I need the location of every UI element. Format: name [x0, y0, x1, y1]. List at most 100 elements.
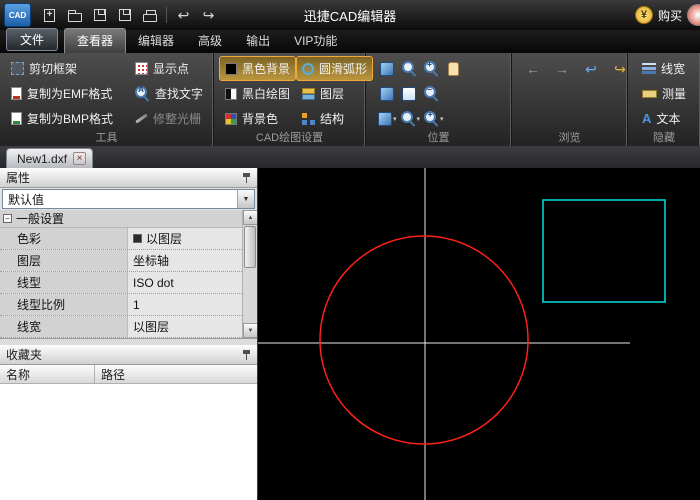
black-background-button[interactable]: 黑色背景 [219, 56, 297, 81]
ribbon-group-hide: 线宽 测量 A 文本 隐藏 [628, 53, 700, 146]
redo-button[interactable]: ↪ [196, 4, 221, 26]
zoom-out-button[interactable]: − [420, 83, 442, 105]
ribbon-group-cad-settings: 黑色背景 黑白绘图 背景色 圆滑弧形 图层 结构 CAD绘图设置 [214, 53, 374, 146]
chevron-down-icon: ▼ [242, 195, 250, 203]
crop-frame-label: 剪切框架 [29, 62, 78, 76]
copy-bmp-button[interactable]: 复制为BMP格式 [5, 106, 129, 131]
cyan-rectangle-entity[interactable] [542, 199, 666, 303]
property-name: 色彩 [0, 228, 128, 249]
measure-button[interactable]: 测量 [636, 81, 697, 106]
titlebar-right: ¥ 购买 [634, 4, 700, 26]
trim-raster-label: 修整光栅 [153, 112, 202, 126]
column-header-path[interactable]: 路径 [95, 365, 257, 383]
text-button[interactable]: A 文本 [636, 106, 697, 131]
column-header-name[interactable]: 名称 [0, 365, 95, 383]
property-name: 图层 [0, 250, 128, 271]
save-as-button[interactable] [112, 4, 137, 26]
promo-icon[interactable] [687, 4, 700, 26]
collapse-icon[interactable]: − [3, 214, 12, 223]
copy-bmp-icon [11, 112, 22, 125]
pan-view-icon [380, 61, 394, 76]
named-views-button[interactable]: ▾ [376, 108, 399, 130]
property-value-text: ISO dot [133, 275, 174, 290]
pin-icon[interactable] [242, 349, 251, 360]
zoom-previous-icon [400, 111, 416, 126]
property-row-lineweight[interactable]: 线宽 以图层 [0, 316, 242, 338]
print-button[interactable] [137, 4, 162, 26]
zoom-previous-button[interactable]: ▾ [399, 108, 423, 130]
ribbon-group-position: + − ▾ ▾ + ▾ 位置 [366, 53, 512, 146]
redo-icon: ↪ [202, 7, 215, 23]
property-row-linetype-scale[interactable]: 线型比例 1 [0, 294, 242, 316]
properties-title: 属性 [6, 171, 31, 185]
layers-label: 图层 [320, 87, 345, 101]
group-label-hide: 隐藏 [653, 132, 675, 144]
zoom-dynamic-button[interactable] [398, 83, 420, 105]
find-text-button[interactable]: A 查找文字 [129, 81, 209, 106]
undo-button[interactable]: ↩ [171, 4, 196, 26]
new-file-button[interactable] [37, 4, 62, 26]
favorites-list[interactable] [0, 384, 257, 500]
background-color-button[interactable]: 背景色 [219, 106, 296, 131]
group-label-browse: 浏览 [558, 132, 581, 144]
line-width-button[interactable]: 线宽 [636, 56, 697, 81]
drawing-svg [258, 168, 666, 500]
crop-frame-icon [11, 62, 24, 75]
tab-advanced[interactable]: 高级 [186, 29, 234, 53]
scroll-up-button[interactable]: ▲ [243, 210, 257, 225]
color-swatch-icon [133, 234, 142, 243]
save-button[interactable] [87, 4, 112, 26]
show-points-button[interactable]: 显示点 [129, 56, 209, 81]
close-tab-button[interactable]: × [73, 152, 87, 165]
copy-emf-button[interactable]: 复制为EMF格式 [5, 81, 129, 106]
smooth-arc-button[interactable]: 圆滑弧形 [296, 56, 374, 81]
bw-drawing-button[interactable]: 黑白绘图 [219, 81, 296, 106]
new-file-icon [44, 8, 55, 22]
crop-frame-button[interactable]: 剪切框架 [5, 56, 129, 81]
scroll-down-button[interactable]: ▼ [243, 323, 257, 338]
scrollbar-thumb[interactable] [244, 226, 256, 268]
next-view-button[interactable]: → [551, 58, 573, 80]
line-width-label: 线宽 [661, 62, 686, 76]
tab-vip[interactable]: VIP功能 [282, 29, 349, 53]
named-views-dropdown-icon: ▾ [393, 115, 397, 123]
properties-header: 属性 [0, 168, 257, 188]
property-row-layer[interactable]: 图层 坐标轴 [0, 250, 242, 272]
pan-hand-button[interactable] [442, 58, 464, 80]
ribbon-group-browse: ← → ↩ ↪ 浏览 [512, 53, 628, 146]
tab-editor[interactable]: 编辑器 [126, 29, 186, 53]
drawing-canvas[interactable] [258, 168, 700, 500]
open-file-button[interactable] [62, 4, 87, 26]
main-area: 属性 默认值 ▼ − 一般设置 色彩 以图层 图层 坐标轴 线型 ISO dot… [0, 168, 700, 500]
document-tab[interactable]: New1.dxf × [6, 148, 94, 168]
black-background-label: 黑色背景 [242, 62, 291, 76]
preset-combobox[interactable]: 默认值 ▼ [2, 189, 255, 209]
previous-view-button[interactable]: ← [522, 58, 544, 80]
line-width-icon [642, 63, 656, 74]
undo-view-button[interactable]: ↩ [580, 58, 602, 80]
zoom-scale-button[interactable]: + ▾ [422, 108, 446, 130]
property-section-general[interactable]: − 一般设置 [0, 210, 242, 228]
layers-button[interactable]: 图层 [296, 81, 373, 106]
document-tab-label: New1.dxf [17, 151, 68, 166]
property-value-text: 1 [133, 297, 140, 312]
zoom-in-button[interactable]: + [420, 58, 442, 80]
red-circle-entity[interactable] [319, 235, 529, 445]
structure-button[interactable]: 结构 [296, 106, 373, 131]
favorites-title: 收藏夹 [6, 348, 43, 362]
section-label: 一般设置 [16, 212, 65, 226]
buy-button[interactable]: 购买 [658, 7, 682, 24]
trim-raster-icon [135, 113, 148, 124]
combo-arrow-button[interactable]: ▼ [237, 190, 254, 208]
pin-icon[interactable] [242, 172, 251, 183]
tab-viewer[interactable]: 查看器 [64, 28, 127, 53]
property-grid-scrollbar[interactable]: ▲ ▼ [242, 210, 257, 338]
zoom-window-button[interactable] [398, 58, 420, 80]
property-row-color[interactable]: 色彩 以图层 [0, 228, 242, 250]
property-row-linetype[interactable]: 线型 ISO dot [0, 272, 242, 294]
zoom-extents-button[interactable] [376, 83, 398, 105]
pan-view-button[interactable] [376, 58, 398, 80]
find-text-icon: A [135, 86, 150, 101]
file-menu-button[interactable]: 文件 [6, 28, 59, 51]
tab-output[interactable]: 输出 [234, 29, 282, 53]
